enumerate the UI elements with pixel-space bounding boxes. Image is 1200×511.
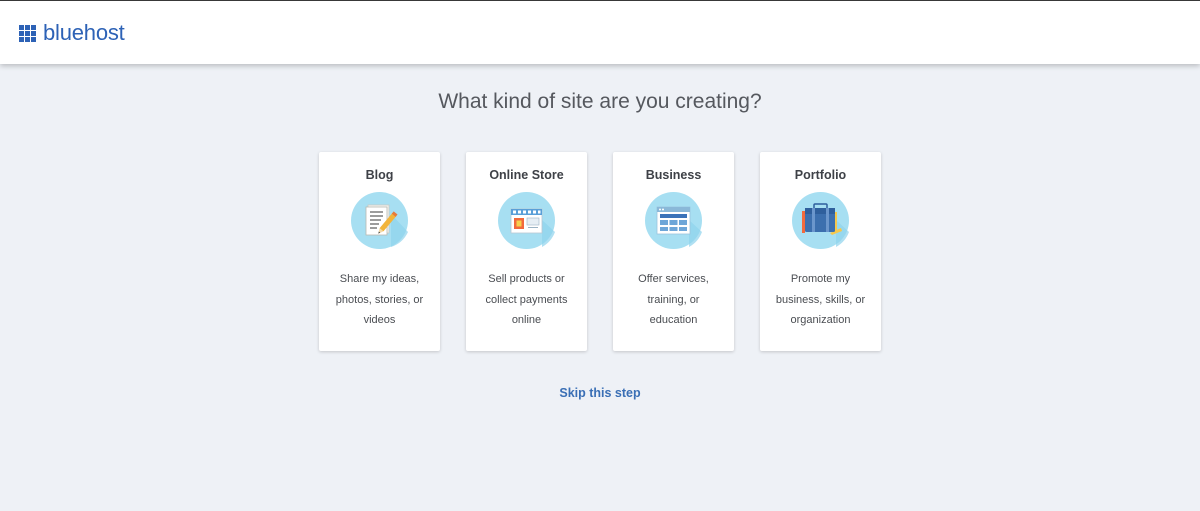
skip-step-link[interactable]: Skip this step xyxy=(0,386,1200,400)
card-online-store[interactable]: Online Store Sell products or collect pa… xyxy=(466,152,587,351)
card-title: Blog xyxy=(365,168,394,182)
bluehost-grid-icon xyxy=(19,24,36,42)
business-browser-window-icon xyxy=(645,192,702,249)
card-description: Promote my business, skills, or organiza… xyxy=(775,273,866,326)
card-title: Portfolio xyxy=(794,168,847,182)
card-description: Share my ideas, photos, stories, or vide… xyxy=(335,273,424,326)
storefront-icon xyxy=(498,192,555,249)
blog-document-pencil-icon xyxy=(351,192,408,249)
site-type-cards: Blog Share my ideas, photos, stories, or… xyxy=(319,152,883,353)
card-business[interactable]: Business Offer services, training, or ed… xyxy=(613,152,734,351)
card-portfolio[interactable]: Portfolio Promote my business, skills, o… xyxy=(760,152,881,351)
card-title: Online Store xyxy=(489,168,564,182)
card-title: Business xyxy=(645,168,702,182)
logo-text: bluehost xyxy=(43,20,125,45)
page-title: What kind of site are you creating? xyxy=(438,90,762,113)
bluehost-logo[interactable]: bluehost xyxy=(19,20,125,46)
card-description: Offer services, training, or education xyxy=(638,273,709,326)
card-blog[interactable]: Blog Share my ideas, photos, stories, or… xyxy=(319,152,440,351)
top-header-bar: bluehost xyxy=(0,1,1200,64)
skip-step-label[interactable]: Skip this step xyxy=(559,386,640,400)
portfolio-briefcase-icon xyxy=(792,192,849,249)
card-description: Sell products or collect payments online xyxy=(485,273,568,326)
